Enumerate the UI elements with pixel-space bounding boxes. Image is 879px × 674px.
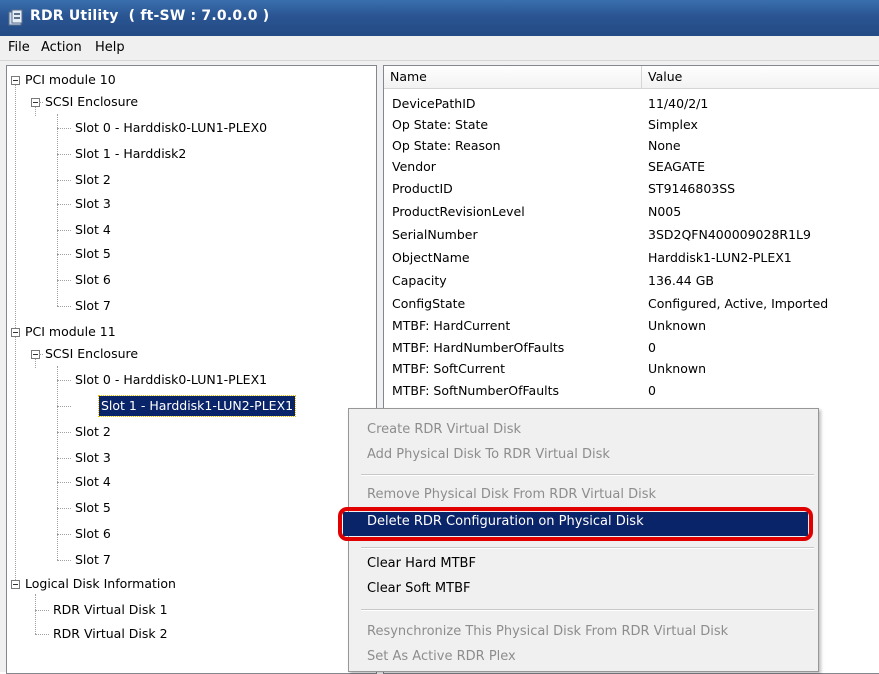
- tree-node-slot[interactable]: Slot 0 - Harddisk0-LUN1-PLEX0: [73, 118, 269, 138]
- menu-action[interactable]: Action: [37, 39, 86, 56]
- tree-node-slot[interactable]: Slot 1 - Harddisk2: [73, 144, 188, 164]
- tree-node-slot[interactable]: Slot 3: [73, 448, 113, 468]
- property-name: MTBF: HardNumberOfFaults: [392, 340, 565, 355]
- property-name: ConfigState: [392, 296, 466, 311]
- property-value: 0: [648, 340, 656, 355]
- property-value: Configured, Active, Imported: [648, 296, 829, 311]
- tree-node-slot[interactable]: Slot 7: [73, 296, 113, 316]
- property-name: Vendor: [392, 159, 436, 174]
- property-value: Simplex: [648, 117, 698, 132]
- tree-node-slot[interactable]: Slot 3: [73, 194, 113, 214]
- menu-item-clear-hard-mtbf[interactable]: Clear Hard MTBF: [367, 553, 476, 575]
- tree-node-slot[interactable]: Slot 5: [73, 244, 113, 264]
- column-header-name[interactable]: Name: [384, 66, 642, 88]
- property-name: DevicePathID: [392, 96, 476, 111]
- menu-item-remove-physical-disk[interactable]: Remove Physical Disk From RDR Virtual Di…: [367, 484, 656, 506]
- menu-help[interactable]: Help: [91, 39, 129, 56]
- tree-node-rdr-virtual-disk[interactable]: RDR Virtual Disk 1: [51, 600, 170, 620]
- application-icon: [8, 9, 23, 26]
- expand-collapse-icon[interactable]: [11, 580, 20, 589]
- property-value: 11/40/2/1: [648, 96, 709, 111]
- property-value: SEAGATE: [648, 159, 705, 174]
- tree-node-slot[interactable]: Slot 6: [73, 270, 113, 290]
- column-header-value[interactable]: Value: [642, 66, 879, 88]
- menu-item-create-rdr-virtual-disk[interactable]: Create RDR Virtual Disk: [367, 419, 521, 441]
- highlight-annotation-box: [338, 507, 813, 541]
- tree-node-pci-module-11[interactable]: PCI module 11: [23, 322, 118, 342]
- property-name: MTBF: HardCurrent: [392, 318, 511, 333]
- menu-file[interactable]: File: [4, 39, 34, 56]
- property-value: 136.44 GB: [648, 273, 714, 288]
- tree-node-slot[interactable]: Slot 6: [73, 524, 113, 544]
- tree-node-slot[interactable]: Slot 2: [73, 422, 113, 442]
- property-value: 0: [648, 383, 656, 398]
- menu-item-resynchronize[interactable]: Resynchronize This Physical Disk From RD…: [367, 621, 728, 643]
- property-value: 3SD2QFN400009028R1L9: [648, 227, 811, 242]
- property-name: Capacity: [392, 273, 447, 288]
- list-header: Name Value: [384, 66, 879, 89]
- tree-node-scsi-enclosure[interactable]: SCSI Enclosure: [43, 344, 140, 364]
- title-bar: RDR Utility ( ft-SW : 7.0.0.0 ): [0, 0, 879, 36]
- property-value: None: [648, 138, 681, 153]
- property-name: ProductRevisionLevel: [392, 204, 525, 219]
- menu-item-set-active-rdr-plex[interactable]: Set As Active RDR Plex: [367, 646, 516, 668]
- device-tree[interactable]: PCI module 10 SCSI Enclosure Slot 0 - Ha…: [6, 65, 377, 674]
- menu-item-clear-soft-mtbf[interactable]: Clear Soft MTBF: [367, 578, 470, 600]
- menu-separator: [361, 547, 814, 549]
- menu-item-add-physical-disk[interactable]: Add Physical Disk To RDR Virtual Disk: [367, 444, 610, 466]
- property-name: ObjectName: [392, 250, 470, 265]
- tree-node-pci-module-10[interactable]: PCI module 10: [23, 70, 118, 90]
- tree-node-rdr-virtual-disk[interactable]: RDR Virtual Disk 2: [51, 624, 170, 644]
- tree-node-logical-disk-information[interactable]: Logical Disk Information: [23, 574, 178, 594]
- tree-node-slot[interactable]: Slot 5: [73, 498, 113, 518]
- menu-separator: [361, 609, 814, 611]
- property-name: MTBF: SoftCurrent: [392, 361, 506, 376]
- property-value: Unknown: [648, 318, 707, 333]
- property-name: ProductID: [392, 181, 453, 196]
- property-value: Harddisk1-LUN2-PLEX1: [648, 250, 792, 265]
- menu-bar: File Action Help: [0, 36, 879, 61]
- property-name: Op State: State: [392, 117, 489, 132]
- tree-node-slot-selected[interactable]: Slot 1 - Harddisk1-LUN2-PLEX1: [97, 395, 297, 417]
- expand-collapse-icon[interactable]: [11, 76, 20, 85]
- property-name: Op State: Reason: [392, 138, 501, 153]
- tree-node-slot[interactable]: Slot 0 - Harddisk0-LUN1-PLEX1: [73, 370, 269, 390]
- expand-collapse-icon[interactable]: [11, 328, 20, 337]
- property-value: N005: [648, 204, 682, 219]
- tree-node-slot[interactable]: Slot 4: [73, 220, 113, 240]
- property-value: Unknown: [648, 361, 707, 376]
- window-title: RDR Utility ( ft-SW : 7.0.0.0 ): [30, 8, 270, 24]
- property-name: MTBF: SoftNumberOfFaults: [392, 383, 560, 398]
- tree-node-slot[interactable]: Slot 2: [73, 170, 113, 190]
- property-name: SerialNumber: [392, 227, 478, 242]
- tree-node-scsi-enclosure[interactable]: SCSI Enclosure: [43, 92, 140, 112]
- property-value: ST9146803SS: [648, 181, 736, 196]
- menu-separator: [361, 474, 814, 476]
- tree-node-slot[interactable]: Slot 4: [73, 472, 113, 492]
- tree-node-slot[interactable]: Slot 7: [73, 550, 113, 570]
